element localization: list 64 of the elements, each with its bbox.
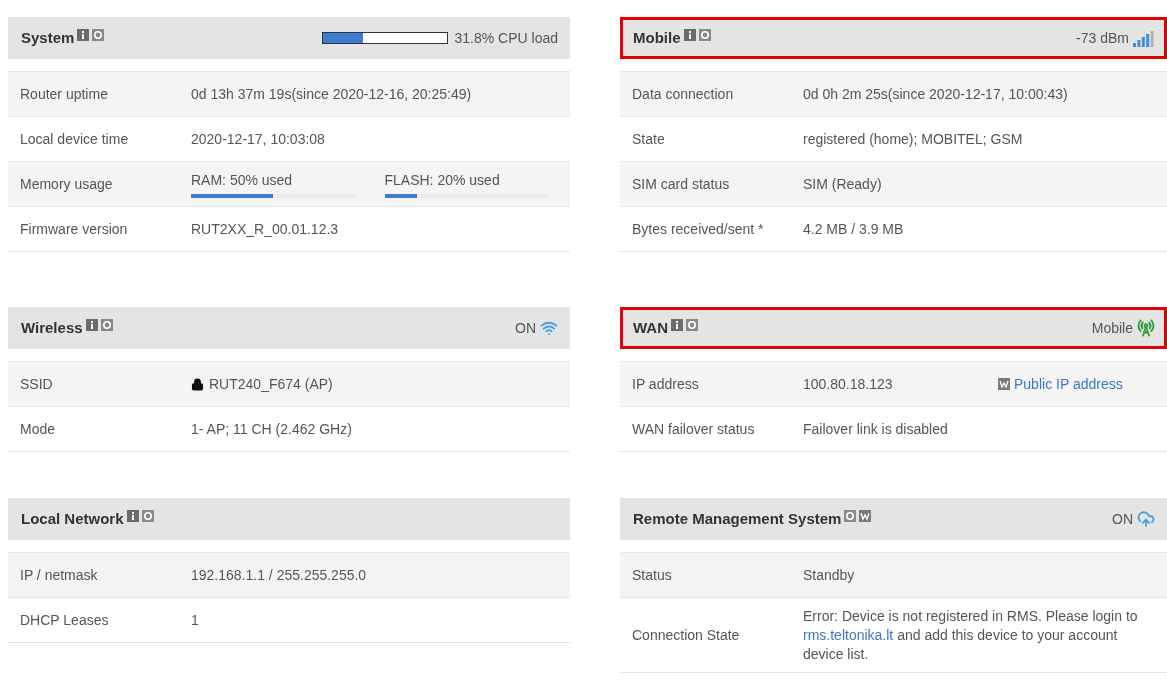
row-value: 1	[191, 610, 199, 630]
row-label: Bytes received/sent *	[631, 219, 765, 239]
settings-icon[interactable]	[141, 509, 154, 522]
info-icon[interactable]	[126, 509, 139, 522]
info-icon[interactable]	[85, 318, 98, 331]
panel-title: System	[21, 27, 75, 48]
row-label: Memory usage	[19, 174, 114, 194]
row-label: IP address	[631, 374, 700, 394]
row-label: Status	[631, 565, 673, 585]
public-ip-link[interactable]: Public IP address	[1014, 373, 1123, 395]
header-status-text: -73 dBm	[1076, 28, 1129, 48]
memory-usage-text: FLASH: 20% used	[384, 171, 501, 190]
cloud-icon	[1137, 510, 1155, 528]
panel-title: Local Network	[21, 508, 124, 529]
settings-icon[interactable]	[686, 318, 698, 331]
row-value: 100.80.18.123	[803, 374, 894, 394]
connection-state-message: Error: Device is not registered in RMS. Please login to rms.teltonika.lt and add this device to your account device list.	[803, 606, 1139, 664]
row-label: Firmware version	[19, 219, 129, 239]
panel-title: Wireless	[21, 317, 83, 338]
panel-title: Remote Management System	[633, 508, 842, 529]
rms-link[interactable]: rms.teltonika.lt	[803, 626, 894, 643]
row-label: IP / netmask	[19, 565, 99, 585]
row-label: Connection State	[631, 625, 741, 645]
settings-icon[interactable]	[92, 28, 105, 41]
row-value: registered (home); MOBITEL; GSM	[803, 129, 1023, 149]
header-status-text: 31.8% CPU load	[454, 28, 558, 48]
row-value: 4.2 MB / 3.9 MB	[803, 219, 904, 239]
row-value: 2020-12-17, 10:03:08	[191, 129, 325, 149]
row-label: SIM card status	[631, 174, 731, 194]
row-label: WAN failover status	[631, 419, 756, 439]
panel-title: WAN	[633, 317, 668, 338]
web-icon[interactable]	[998, 378, 1010, 390]
settings-icon[interactable]	[698, 28, 711, 41]
info-icon[interactable]	[683, 28, 696, 41]
panel-title: Mobile	[633, 27, 681, 48]
row-value: 192.168.1.1 / 255.255.255.0	[191, 565, 367, 585]
settings-icon[interactable]	[100, 318, 113, 331]
memory-usage-text: RAM: 50% used	[191, 171, 294, 190]
info-icon[interactable]	[77, 28, 90, 41]
row-label: SSID	[19, 374, 54, 394]
row-value: SIM (Ready)	[803, 174, 882, 194]
wifi-icon	[540, 319, 558, 337]
row-value: 0d 0h 2m 25s(since 2020-12-17, 10:00:43)	[803, 84, 1068, 104]
signal-strength-icon	[1133, 29, 1155, 47]
header-status-text: Mobile	[1091, 318, 1133, 338]
header-status-text: ON	[1112, 509, 1133, 529]
row-label: DHCP Leases	[19, 610, 110, 630]
info-icon[interactable]	[671, 318, 683, 331]
row-value: RUT2XX_R_00.01.12.3	[191, 219, 339, 239]
settings-icon[interactable]	[844, 509, 857, 522]
row-value: RUT240_F674 (AP)	[209, 374, 333, 394]
row-label: Data connection	[631, 84, 735, 104]
row-value: 0d 13h 37m 19s(since 2020-12-16, 20:25:49)	[191, 84, 472, 104]
web-icon[interactable]	[859, 509, 872, 522]
header-status-text: ON	[515, 318, 536, 338]
lock-icon	[191, 377, 204, 391]
row-value: Failover link is disabled	[803, 419, 948, 439]
row-label: Local device time	[19, 129, 130, 149]
row-value: 1- AP; 11 CH (2.462 GHz)	[191, 419, 352, 439]
antenna-icon	[1137, 319, 1155, 337]
row-value: Standby	[803, 565, 855, 585]
row-label: Router uptime	[19, 84, 109, 104]
row-label: Mode	[19, 419, 57, 439]
row-label: State	[631, 129, 666, 149]
